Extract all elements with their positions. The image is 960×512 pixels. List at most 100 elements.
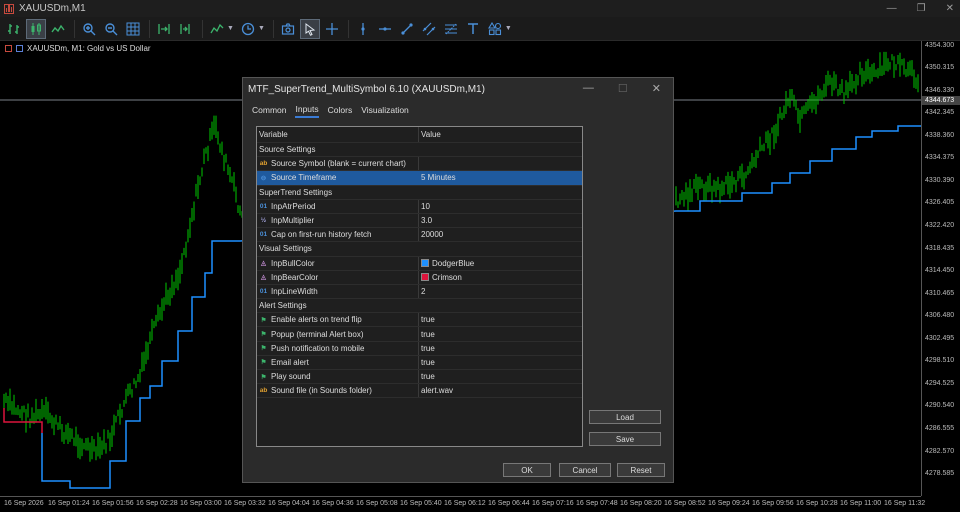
table-row[interactable]: ⚑ Play sound true	[257, 370, 582, 385]
channel-icon[interactable]	[419, 19, 439, 39]
ok-button[interactable]: OK	[503, 463, 551, 477]
price-tick: 4322.420	[925, 222, 955, 229]
column-header-variable[interactable]: Variable	[257, 127, 419, 142]
table-row[interactable]: ab Source Symbol (blank = current chart)	[257, 157, 582, 172]
value-cell[interactable]: Crimson	[419, 273, 462, 282]
candlesticks-icon[interactable]	[26, 18, 46, 39]
value-cell[interactable]: true	[419, 315, 435, 324]
value-text: 20000	[421, 230, 444, 240]
time-tick: 16 Sep 09:56	[752, 500, 794, 507]
value-cell[interactable]: alert.wav	[419, 386, 453, 395]
value-cell[interactable]: DodgerBlue	[419, 259, 474, 268]
horizontal-line-icon[interactable]	[375, 19, 395, 39]
table-row[interactable]: 01 InpAtrPeriod 10	[257, 199, 582, 214]
table-row[interactable]: ab Sound file (in Sounds folder) alert.wav	[257, 384, 582, 399]
time-tick: 16 Sep 06:44	[488, 500, 530, 507]
chevron-down-icon[interactable]: ▼	[258, 25, 265, 32]
cursor-icon[interactable]	[299, 18, 320, 39]
periods-icon[interactable]	[238, 19, 258, 39]
close-icon[interactable]: ✕	[652, 82, 661, 95]
variable-cell: ◬ InpBullColor	[257, 256, 419, 270]
close-icon[interactable]: ✕	[946, 3, 954, 14]
dialog-tabs: Common Inputs Colors Visualization	[243, 102, 673, 120]
price-tick: 4354.300	[925, 42, 955, 49]
zoom-in-icon[interactable]	[79, 19, 99, 39]
time-tick: 16 Sep 11:32	[884, 500, 926, 507]
indicators-icon[interactable]	[207, 19, 227, 39]
value-cell[interactable]: 2	[419, 287, 425, 296]
text-icon[interactable]	[463, 19, 483, 39]
time-tick: 16 Sep 08:52	[664, 500, 706, 507]
bool-param-icon: ⚑	[260, 373, 267, 381]
time-axis[interactable]: 16 Sep 2026 16 Sep 01:24 16 Sep 01:56 16…	[0, 496, 925, 512]
tab-common[interactable]: Common	[252, 105, 286, 117]
restore-icon[interactable]: ❐	[917, 3, 926, 14]
int-param-icon: 01	[259, 231, 268, 239]
table-row[interactable]: ⚑ Popup (terminal Alert box) true	[257, 327, 582, 342]
grid-icon[interactable]	[123, 19, 143, 39]
auto-scroll-icon[interactable]	[154, 19, 174, 39]
fibonacci-icon[interactable]	[441, 19, 461, 39]
table-row[interactable]: ⚑ Push notification to mobile true	[257, 341, 582, 356]
variable-cell: ab Source Symbol (blank = current chart)	[257, 157, 419, 171]
chart-bars-icon[interactable]	[4, 19, 24, 39]
price-axis[interactable]: 4354.300 4350.315 4346.330 4344.673 4342…	[921, 41, 960, 496]
bool-param-icon: ⚑	[260, 316, 267, 324]
table-header: Variable Value	[257, 127, 582, 143]
indicator-icon	[16, 45, 23, 52]
value-cell[interactable]: 10	[419, 202, 430, 211]
table-row[interactable]: 01 Cap on first-run history fetch 20000	[257, 228, 582, 243]
value-cell[interactable]: true	[419, 330, 435, 339]
value-cell[interactable]: true	[419, 344, 435, 353]
indicator-properties-dialog[interactable]: MTF_SuperTrend_MultiSymbol 6.10 (XAUUSDm…	[242, 77, 674, 483]
zoom-out-icon[interactable]	[101, 19, 121, 39]
tab-inputs[interactable]: Inputs	[295, 104, 319, 118]
bool-param-icon: ⚑	[260, 331, 267, 339]
price-tick: 4302.495	[925, 335, 955, 342]
save-button[interactable]: Save	[589, 432, 661, 446]
color-swatch[interactable]	[421, 273, 429, 282]
shapes-icon[interactable]	[485, 19, 505, 39]
group-label: Visual Settings	[259, 244, 312, 254]
time-tick: 16 Sep 04:36	[312, 500, 354, 507]
value-text: true	[421, 315, 435, 325]
value-cell[interactable]: 20000	[419, 230, 443, 239]
table-row[interactable]: ⚑ Enable alerts on trend flip true	[257, 313, 582, 328]
price-tick: 4298.510	[925, 357, 955, 364]
inputs-table[interactable]: Variable Value Source Settings ab Source S…	[256, 126, 583, 447]
tab-colors[interactable]: Colors	[328, 105, 353, 117]
vertical-line-icon[interactable]	[353, 19, 373, 39]
tab-visualization[interactable]: Visualization	[361, 105, 409, 117]
table-row[interactable]: 01 InpLineWidth 2	[257, 284, 582, 300]
load-button[interactable]: Load	[589, 410, 661, 424]
variable-name: Sound file (in Sounds folder)	[271, 386, 372, 396]
chart-shift-icon[interactable]	[176, 19, 196, 39]
chevron-down-icon[interactable]: ▼	[505, 25, 512, 32]
minimize-icon[interactable]: —	[583, 82, 594, 95]
dialog-titlebar[interactable]: MTF_SuperTrend_MultiSymbol 6.10 (XAUUSDm…	[243, 78, 673, 100]
time-tick: 16 Sep 10:28	[796, 500, 838, 507]
table-row[interactable]: ½ InpMultiplier 3.0	[257, 213, 582, 229]
minimize-icon[interactable]: —	[887, 3, 897, 14]
variable-cell: ⚑ Email alert	[257, 355, 419, 369]
value-cell[interactable]: true	[419, 358, 435, 367]
crosshair-icon[interactable]	[322, 19, 342, 39]
cancel-button[interactable]: Cancel	[559, 463, 611, 477]
trendline-icon[interactable]	[397, 19, 417, 39]
table-row[interactable]: ◬ InpBullColor DodgerBlue	[257, 256, 582, 271]
value-cell[interactable]: 3.0	[419, 216, 432, 225]
screenshot-icon[interactable]	[278, 19, 298, 39]
maximize-icon[interactable]: ☐	[618, 82, 628, 95]
table-row[interactable]: ⚑ Email alert true	[257, 355, 582, 370]
chevron-down-icon[interactable]: ▼	[227, 25, 234, 32]
reset-button[interactable]: Reset	[617, 463, 665, 477]
table-row[interactable]: ◬ InpBearColor Crimson	[257, 270, 582, 285]
bool-param-icon: ⚑	[260, 359, 267, 367]
variable-cell: 01 InpLineWidth	[257, 284, 419, 299]
value-cell[interactable]: true	[419, 372, 435, 381]
line-chart-icon[interactable]	[48, 19, 68, 39]
table-row[interactable]: ⊖ Source Timeframe 5 Minutes	[257, 171, 582, 186]
value-cell[interactable]: 5 Minutes	[419, 173, 456, 182]
column-header-value[interactable]: Value	[419, 130, 441, 139]
color-swatch[interactable]	[421, 259, 429, 268]
